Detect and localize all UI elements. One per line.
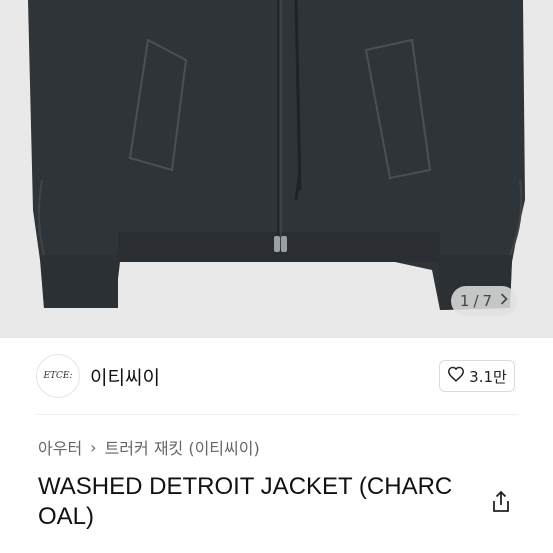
breadcrumb-subcategory[interactable]: 트러커 재킷 (이티씨이) [105, 435, 260, 459]
brand-logo[interactable]: ETCE: [36, 354, 80, 398]
breadcrumb: 아우터 › 트러커 재킷 (이티씨이) [38, 435, 260, 459]
breadcrumb-category[interactable]: 아우터 [38, 435, 82, 459]
breadcrumb-separator: › [90, 437, 97, 457]
image-total-count: 7 [482, 292, 493, 310]
image-page-counter[interactable]: 1 / 7 [451, 286, 517, 316]
like-count: 3.1만 [469, 367, 507, 386]
like-button[interactable]: 3.1만 [439, 360, 515, 392]
image-counter-separator: / [473, 292, 479, 310]
product-info-card: ETCE: 이티씨이 3.1만 아우터 › 트러커 재킷 (이티씨이) WASH… [18, 338, 535, 553]
product-image-carousel[interactable]: 1 / 7 [0, 0, 553, 338]
share-icon [490, 490, 512, 518]
heart-outline-icon [447, 366, 465, 386]
product-title: WASHED DETROIT JACKET (CHARCOAL) [38, 473, 453, 530]
image-current-index: 1 [459, 292, 470, 310]
share-button[interactable] [490, 490, 514, 516]
brand-row[interactable]: ETCE: 이티씨이 3.1만 [18, 338, 535, 414]
section-divider [36, 414, 517, 415]
chevron-right-icon[interactable] [500, 293, 508, 309]
brand-name[interactable]: 이티씨이 [90, 363, 160, 390]
